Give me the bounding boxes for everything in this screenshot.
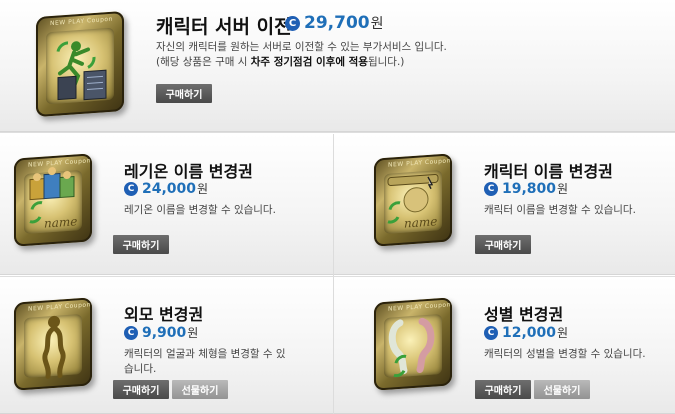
cash-coin-icon: C (285, 15, 300, 31)
appearance-price: C 9,900 원 (124, 324, 198, 341)
price-unit: 원 (197, 182, 209, 196)
price-value: 12,000 (502, 324, 557, 341)
character-rename-description: 캐릭터 이름을 변경할 수 있습니다. (484, 204, 636, 216)
server-transfer-price: C 29,700 원 (285, 13, 384, 33)
note-emphasis: 차주 정기점검 이후에 적용 (250, 56, 368, 68)
legion-rename-price: C 24,000 원 (124, 180, 208, 197)
character-nameplate-icon (387, 173, 439, 224)
column-divider (333, 134, 334, 414)
character-rename-card-image: NEW PLAY Coupon name (374, 153, 452, 247)
appearance-description: 캐릭터의 얼굴과 체형을 변경할 수 있습니다. (124, 348, 286, 375)
note-prefix: (해당 상품은 구매 시 (156, 56, 251, 68)
cash-coin-icon: C (484, 181, 498, 196)
note-suffix: 됩니다.) (367, 56, 405, 68)
description-note: (해당 상품은 구매 시 차주 정기점검 이후에 적용됩니다.) (156, 55, 656, 70)
price-value: 19,800 (502, 180, 557, 197)
server-transfer-title: 캐릭터 서버 이전 (156, 16, 292, 38)
gender-faces-icon (388, 317, 435, 378)
character-rename-buy-button[interactable]: 구매하기 (475, 235, 531, 254)
legion-group-icon (29, 167, 75, 224)
gender-price: C 12,000 원 (484, 324, 568, 341)
name-word-graphic: name (404, 214, 438, 231)
gender-gift-button[interactable]: 선물하기 (534, 380, 590, 399)
description-line: 자신의 캐릭터를 원하는 서버로 이전할 수 있는 부가서비스 입니다. (156, 41, 447, 53)
row-divider-1 (0, 132, 675, 133)
price-unit: 원 (187, 326, 199, 340)
gender-buy-button[interactable]: 구매하기 (475, 380, 531, 399)
legion-rename-title: 레기온 이름 변경권 (124, 162, 253, 181)
price-unit: 원 (370, 16, 384, 32)
cash-coin-icon: C (124, 181, 138, 196)
gender-description: 캐릭터의 성별을 변경할 수 있습니다. (484, 348, 646, 360)
appearance-buy-button[interactable]: 구매하기 (113, 380, 169, 399)
legion-rename-buy-button[interactable]: 구매하기 (113, 235, 169, 254)
price-value: 24,000 (142, 180, 197, 197)
price-value: 29,700 (304, 13, 370, 33)
legion-rename-description: 레기온 이름을 변경할 수 있습니다. (124, 204, 276, 216)
server-transfer-description: 자신의 캐릭터를 원하는 서버로 이전할 수 있는 부가서비스 입니다. (해당… (156, 40, 656, 70)
price-value: 9,900 (142, 324, 187, 341)
cash-coin-icon: C (124, 325, 138, 340)
appearance-gift-button[interactable]: 선물하기 (172, 380, 228, 399)
character-rename-price: C 19,800 원 (484, 180, 568, 197)
gender-card-image: NEW PLAY Coupon (374, 297, 452, 391)
character-rename-title: 캐릭터 이름 변경권 (484, 162, 613, 181)
row-divider-2 (0, 276, 675, 277)
appearance-title: 외모 변경권 (124, 305, 204, 324)
legion-rename-card-image: NEW PLAY Coupon name (14, 153, 92, 247)
cash-coin-icon: C (484, 325, 498, 340)
name-word-graphic: name (44, 214, 78, 231)
price-unit: 원 (557, 182, 569, 196)
female-body-icon (42, 315, 66, 379)
gender-title: 성별 변경권 (484, 305, 564, 324)
appearance-card-image: NEW PLAY Coupon (14, 297, 92, 391)
server-transfer-buy-button[interactable]: 구매하기 (156, 84, 212, 103)
runner-server-icon (56, 41, 107, 101)
server-transfer-card-image: NEW PLAY Coupon (36, 10, 124, 118)
price-unit: 원 (557, 326, 569, 340)
